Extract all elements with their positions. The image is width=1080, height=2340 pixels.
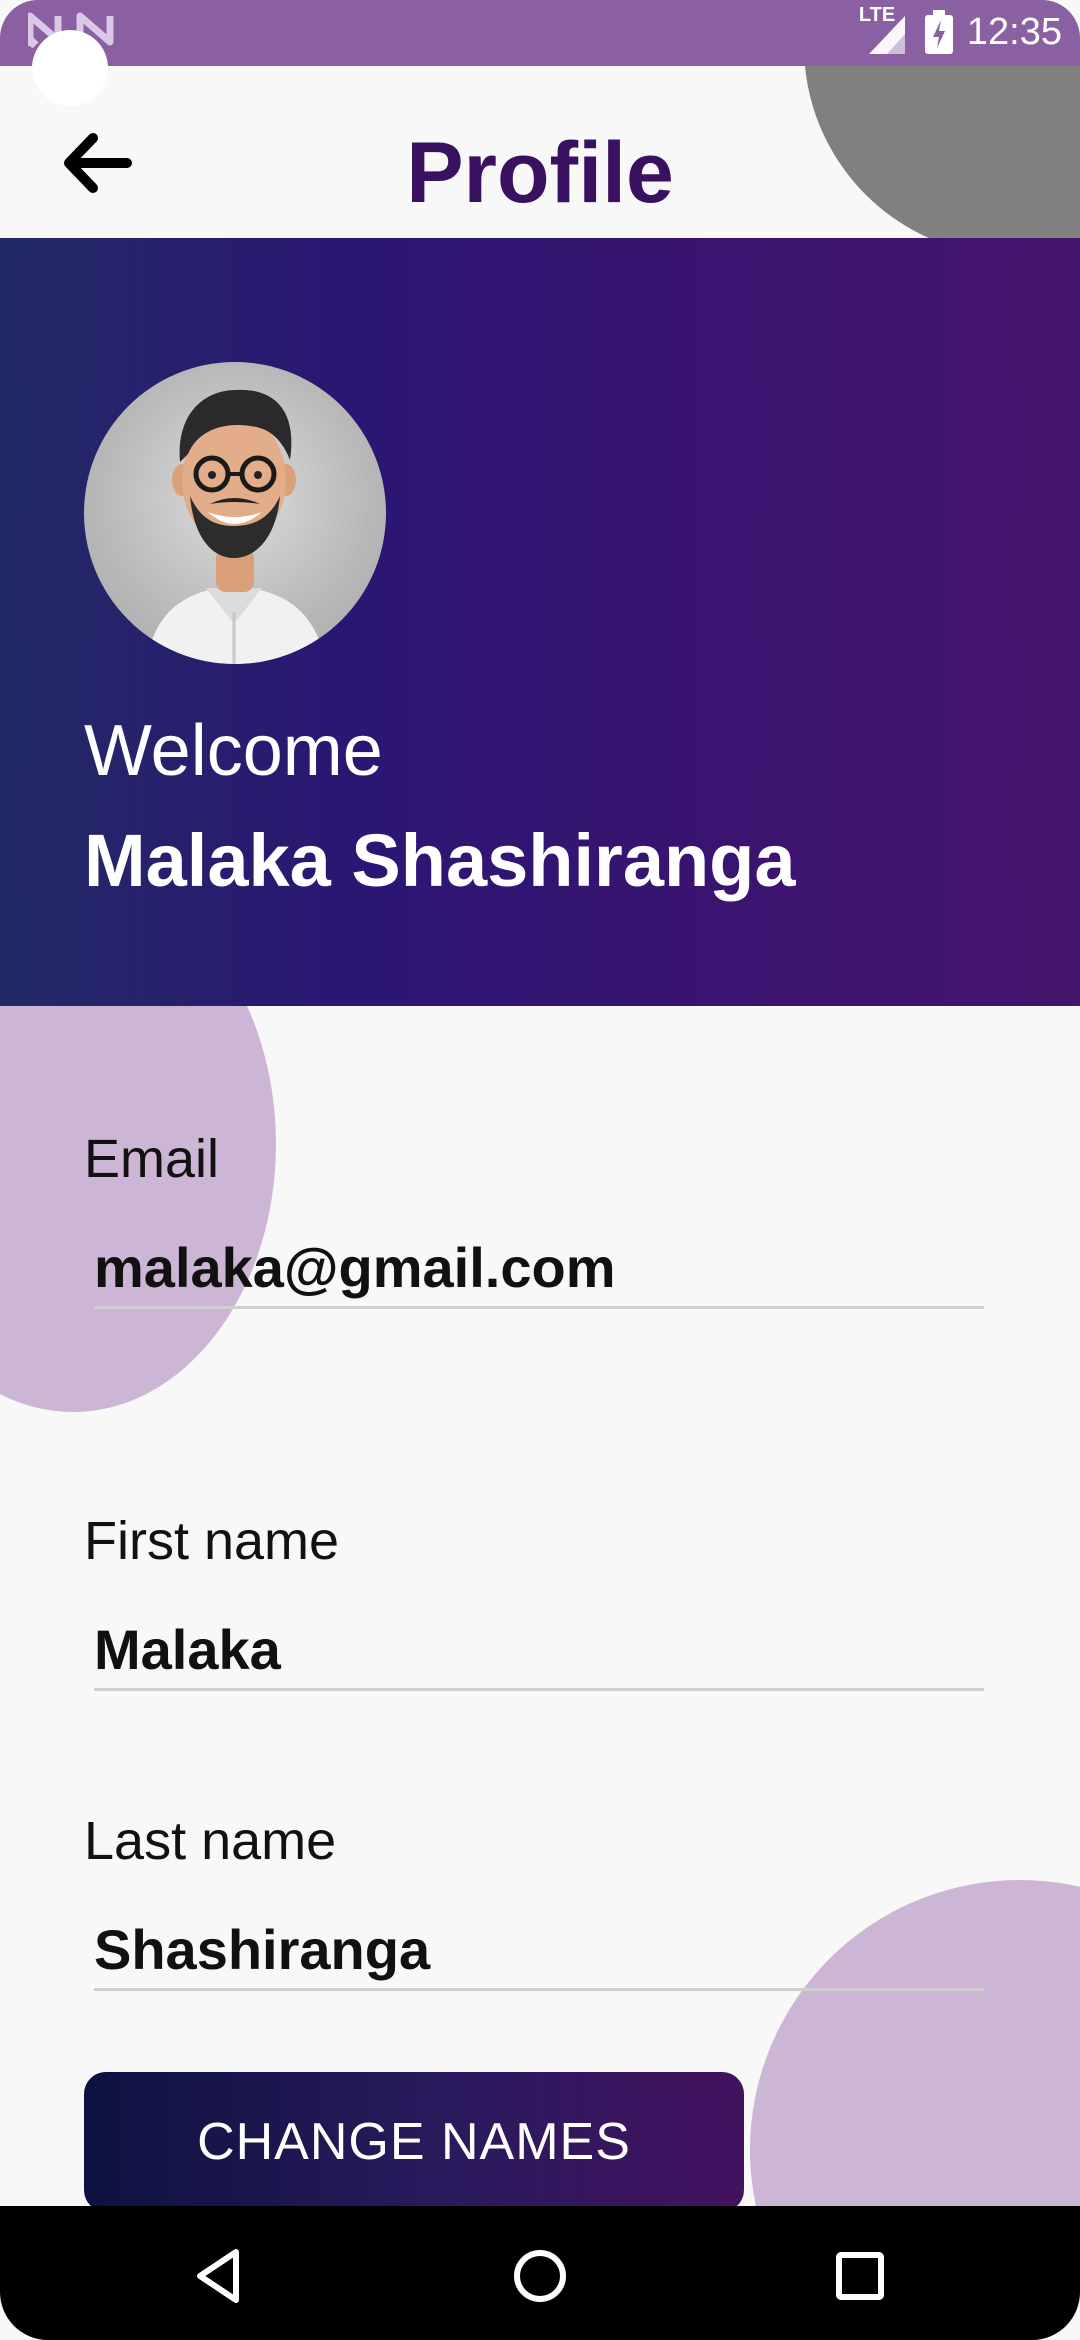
change-names-button[interactable]: CHANGE NAMES (84, 2072, 744, 2206)
app-bar: Profile (0, 66, 1080, 238)
recents-square-icon (836, 2252, 884, 2300)
avatar (84, 362, 386, 664)
home-circle-icon (514, 2250, 566, 2302)
last-name-field[interactable] (94, 1910, 984, 1991)
profile-form: Email First name Last name CHANGE NAMES (0, 1006, 1080, 2206)
decorative-circle (0, 1006, 276, 1412)
avatar-illustration (146, 389, 326, 664)
nav-back-button[interactable] (160, 2226, 280, 2326)
back-triangle-icon (197, 2249, 239, 2303)
nav-home-button[interactable] (480, 2226, 600, 2326)
system-status-icons: LTE 12:35 (859, 4, 1062, 56)
battery-charging-icon (924, 10, 953, 54)
clock: 12:35 (966, 10, 1062, 53)
last-name-label: Last name (84, 1811, 337, 1871)
system-nav-bar (0, 2206, 1080, 2340)
email-field[interactable] (94, 1228, 984, 1309)
nav-recents-button[interactable] (800, 2226, 920, 2326)
camera-dot (32, 30, 108, 106)
welcome-text: Welcome (84, 711, 383, 791)
status-bar: LTE 12:35 (0, 0, 1080, 66)
first-name-label: First name (84, 1511, 340, 1571)
signal-icon: LTE (859, 4, 911, 56)
first-name-field[interactable] (94, 1610, 984, 1691)
email-label: Email (84, 1129, 220, 1189)
page-title: Profile (406, 125, 674, 221)
user-full-name: Malaka Shashiranga (84, 819, 796, 902)
profile-banner: Welcome Malaka Shashiranga (0, 238, 1080, 1006)
